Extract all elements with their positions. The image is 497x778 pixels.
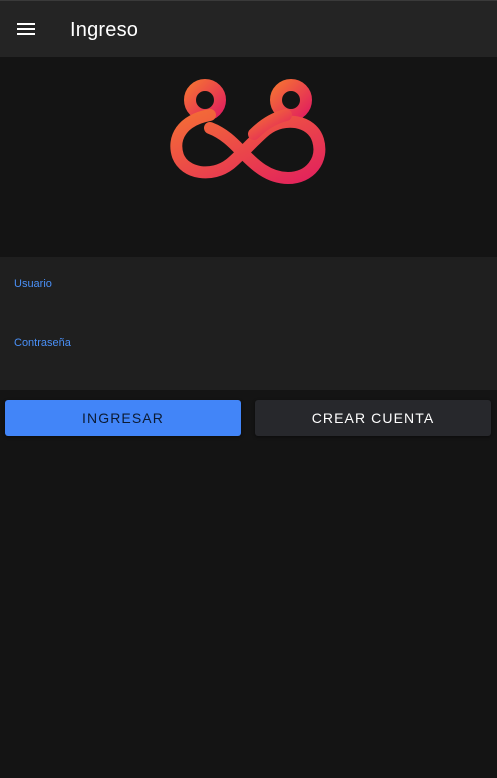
hamburger-menu-icon bbox=[17, 23, 35, 35]
password-field[interactable]: Contraseña bbox=[0, 326, 497, 384]
app-bar: Ingreso bbox=[0, 0, 497, 57]
username-field[interactable]: Usuario bbox=[0, 267, 497, 325]
login-button[interactable]: INGRESAR bbox=[5, 400, 241, 436]
menu-button[interactable] bbox=[10, 13, 42, 45]
username-input[interactable] bbox=[14, 293, 484, 317]
page-title: Ingreso bbox=[70, 19, 139, 41]
username-label: Usuario bbox=[14, 278, 52, 290]
infinity-88-logo-icon bbox=[170, 79, 326, 185]
create-account-button[interactable]: CREAR CUENTA bbox=[255, 400, 491, 436]
password-input[interactable] bbox=[14, 352, 484, 376]
logo-area bbox=[0, 57, 497, 257]
password-label: Contraseña bbox=[14, 337, 71, 349]
login-form: Usuario Contraseña bbox=[0, 257, 497, 390]
